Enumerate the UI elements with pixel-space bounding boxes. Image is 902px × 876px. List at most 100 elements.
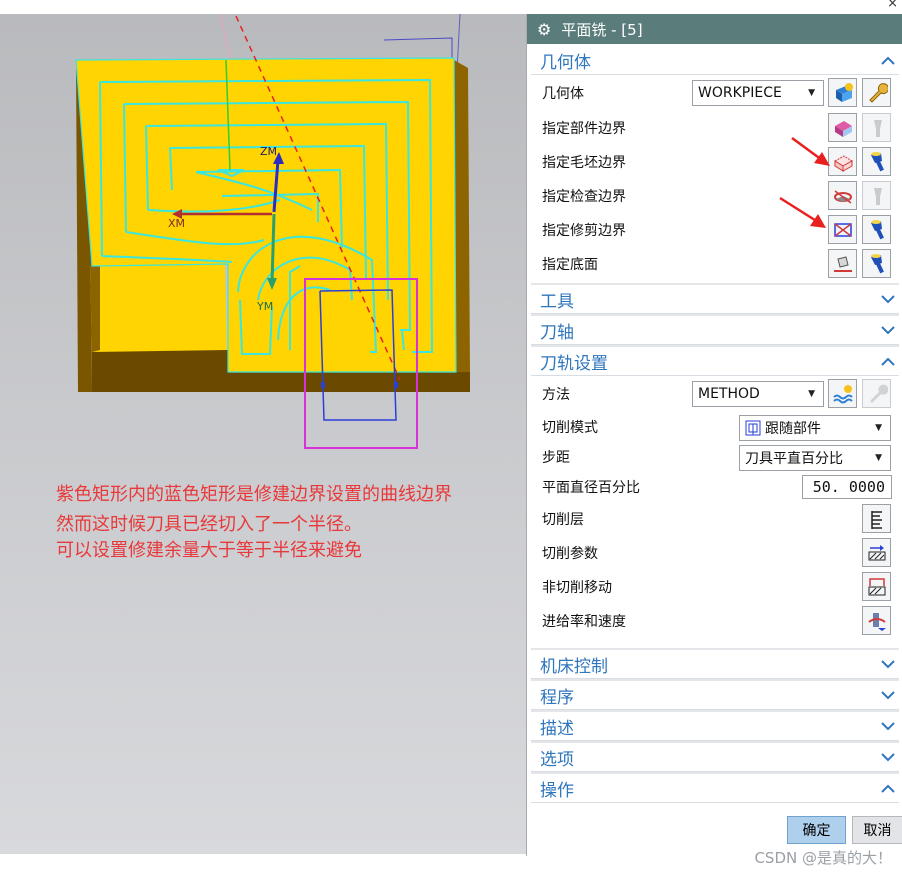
chevron-up-icon[interactable] <box>877 354 899 368</box>
select-blank-boundary-button[interactable] <box>828 147 857 176</box>
non-cut-moves-button[interactable] <box>862 572 891 601</box>
new-method-button[interactable] <box>828 379 857 408</box>
feeds-speeds-button[interactable] <box>862 606 891 635</box>
chevron-down-icon[interactable] <box>877 292 899 306</box>
chevron-down-icon[interactable] <box>877 719 899 733</box>
percent-input[interactable]: 50. 0000 <box>802 475 892 499</box>
select-trim-boundary-button[interactable] <box>828 215 857 244</box>
row-blank-boundary: 指定毛坯边界 <box>531 145 899 179</box>
window-top-strip: × <box>0 0 902 14</box>
edit-geometry-button[interactable] <box>862 78 891 107</box>
row-method: 方法 METHOD ▼ <box>531 376 899 412</box>
section-options-label: 选项 <box>540 749 574 770</box>
chevron-down-icon[interactable] <box>877 750 899 764</box>
select-part-boundary-button[interactable] <box>828 113 857 142</box>
dialog-title-bar: ⚙ 平面铣 - [5] <box>527 14 902 44</box>
row-feeds-speeds: 进给率和速度 <box>531 604 899 638</box>
row-floor: 指定底面 <box>531 247 899 281</box>
show-blank-boundary-button[interactable] <box>862 147 891 176</box>
close-icon[interactable]: × <box>887 0 898 11</box>
new-method-icon <box>832 384 853 403</box>
section-tool-axis[interactable]: 刀轴 <box>531 314 899 345</box>
row-check-boundary: 指定检查边界 <box>531 179 899 213</box>
row-geometry: 几何体 WORKPIECE ▼ <box>531 75 899 111</box>
geometry-select[interactable]: WORKPIECE ▼ <box>692 80 824 106</box>
planar-mill-dialog: ⚙ 平面铣 - [5] 几何体 几何体 WORKPIECE ▼ 指定部件边界 指… <box>526 14 902 856</box>
flashlight-icon <box>870 151 884 171</box>
wrench-disabled-icon <box>869 384 888 403</box>
method-select-value: METHOD <box>698 386 760 402</box>
section-geometry-label: 几何体 <box>540 52 591 73</box>
show-trim-boundary-button[interactable] <box>862 215 891 244</box>
show-part-boundary-button[interactable] <box>862 113 891 142</box>
cut-params-label: 切削参数 <box>542 546 598 562</box>
cut-levels-button[interactable] <box>862 504 891 533</box>
ok-button[interactable]: 确定 <box>787 816 846 844</box>
select-floor-button[interactable] <box>828 249 857 278</box>
row-part-boundary: 指定部件边界 <box>531 111 899 145</box>
section-program-label: 程序 <box>540 687 574 708</box>
section-machine-control-label: 机床控制 <box>540 656 608 677</box>
flashlight-disabled-icon <box>873 119 882 137</box>
cut-pattern-select[interactable]: 跟随部件 ▼ <box>739 415 891 441</box>
part-boundary-icon <box>834 120 852 137</box>
section-geometry[interactable]: 几何体 <box>531 46 899 75</box>
section-actions[interactable]: 操作 <box>531 772 899 803</box>
trim-boundary-icon <box>833 222 852 237</box>
graphics-viewport[interactable]: ZM XM YM 紫色矩形内的蓝色矩形是修建边界设置的曲线边界 然而这时候刀具已… <box>0 14 526 854</box>
row-cut-levels: 切削层 <box>531 502 899 536</box>
dropdown-arrow-icon: ▼ <box>808 88 815 98</box>
section-machine-control[interactable]: 机床控制 <box>531 648 899 679</box>
annotation-line-3: 可以设置修建余量大于等于半径来避免 <box>56 540 362 561</box>
chevron-down-icon[interactable] <box>877 657 899 671</box>
dialog-title: 平面铣 - [5] <box>561 20 643 39</box>
section-tool-axis-label: 刀轴 <box>540 322 574 343</box>
section-tool[interactable]: 工具 <box>531 283 899 314</box>
annotation-line-2: 然而这时候刀具已经切入了一个半径。 <box>56 514 362 535</box>
chevron-down-icon[interactable] <box>877 688 899 702</box>
show-check-boundary-button[interactable] <box>862 181 891 210</box>
show-floor-button[interactable] <box>862 249 891 278</box>
gear-icon: ⚙ <box>537 19 552 39</box>
edit-method-button[interactable] <box>862 379 891 408</box>
section-path-settings-label: 刀轨设置 <box>540 353 608 374</box>
watermark: CSDN @是真的大！ <box>754 849 892 867</box>
chevron-up-icon[interactable] <box>877 53 899 67</box>
wrench-icon <box>868 82 888 103</box>
cut-params-icon <box>868 544 885 560</box>
flashlight-icon <box>870 219 884 239</box>
row-cut-pattern: 切削模式 跟随部件 ▼ <box>531 412 899 442</box>
row-percent: 平面直径百分比 50. 0000 <box>531 472 899 502</box>
cancel-button[interactable]: 取消 <box>852 816 902 844</box>
chevron-down-icon[interactable] <box>877 323 899 337</box>
chevron-up-icon[interactable] <box>877 781 899 795</box>
row-stepover: 步距 刀具平直百分比 ▼ <box>531 442 899 472</box>
section-tool-label: 工具 <box>540 291 574 312</box>
section-program[interactable]: 程序 <box>531 679 899 710</box>
row-trim-boundary: 指定修剪边界 <box>531 213 899 247</box>
flashlight-disabled-icon <box>873 187 882 205</box>
axis-label-xm: XM <box>168 217 186 230</box>
select-check-boundary-button[interactable] <box>828 181 857 210</box>
blank-boundary-icon <box>833 154 853 172</box>
annotation-line-1: 紫色矩形内的蓝色矩形是修建边界设置的曲线边界 <box>56 484 452 505</box>
section-options[interactable]: 选项 <box>531 741 899 772</box>
geometry-select-value: WORKPIECE <box>698 85 782 101</box>
section-actions-label: 操作 <box>540 780 574 801</box>
cut-params-button[interactable] <box>862 538 891 567</box>
new-geometry-icon <box>835 82 853 102</box>
axis-label-ym: YM <box>257 300 274 313</box>
new-geometry-button[interactable] <box>828 78 857 107</box>
floor-icon <box>833 255 852 272</box>
stepover-select[interactable]: 刀具平直百分比 ▼ <box>739 445 891 471</box>
method-select[interactable]: METHOD ▼ <box>692 381 824 407</box>
stepover-select-value: 刀具平直百分比 <box>745 451 843 467</box>
cut-levels-label: 切削层 <box>542 512 584 528</box>
non-cut-moves-icon <box>868 577 885 595</box>
check-boundary-icon <box>833 189 852 204</box>
section-description[interactable]: 描述 <box>531 710 899 741</box>
cut-pattern-select-value: 跟随部件 <box>765 421 821 437</box>
section-path-settings[interactable]: 刀轨设置 <box>531 345 899 376</box>
feeds-speeds-icon <box>867 612 886 631</box>
follow-part-icon <box>745 420 761 436</box>
